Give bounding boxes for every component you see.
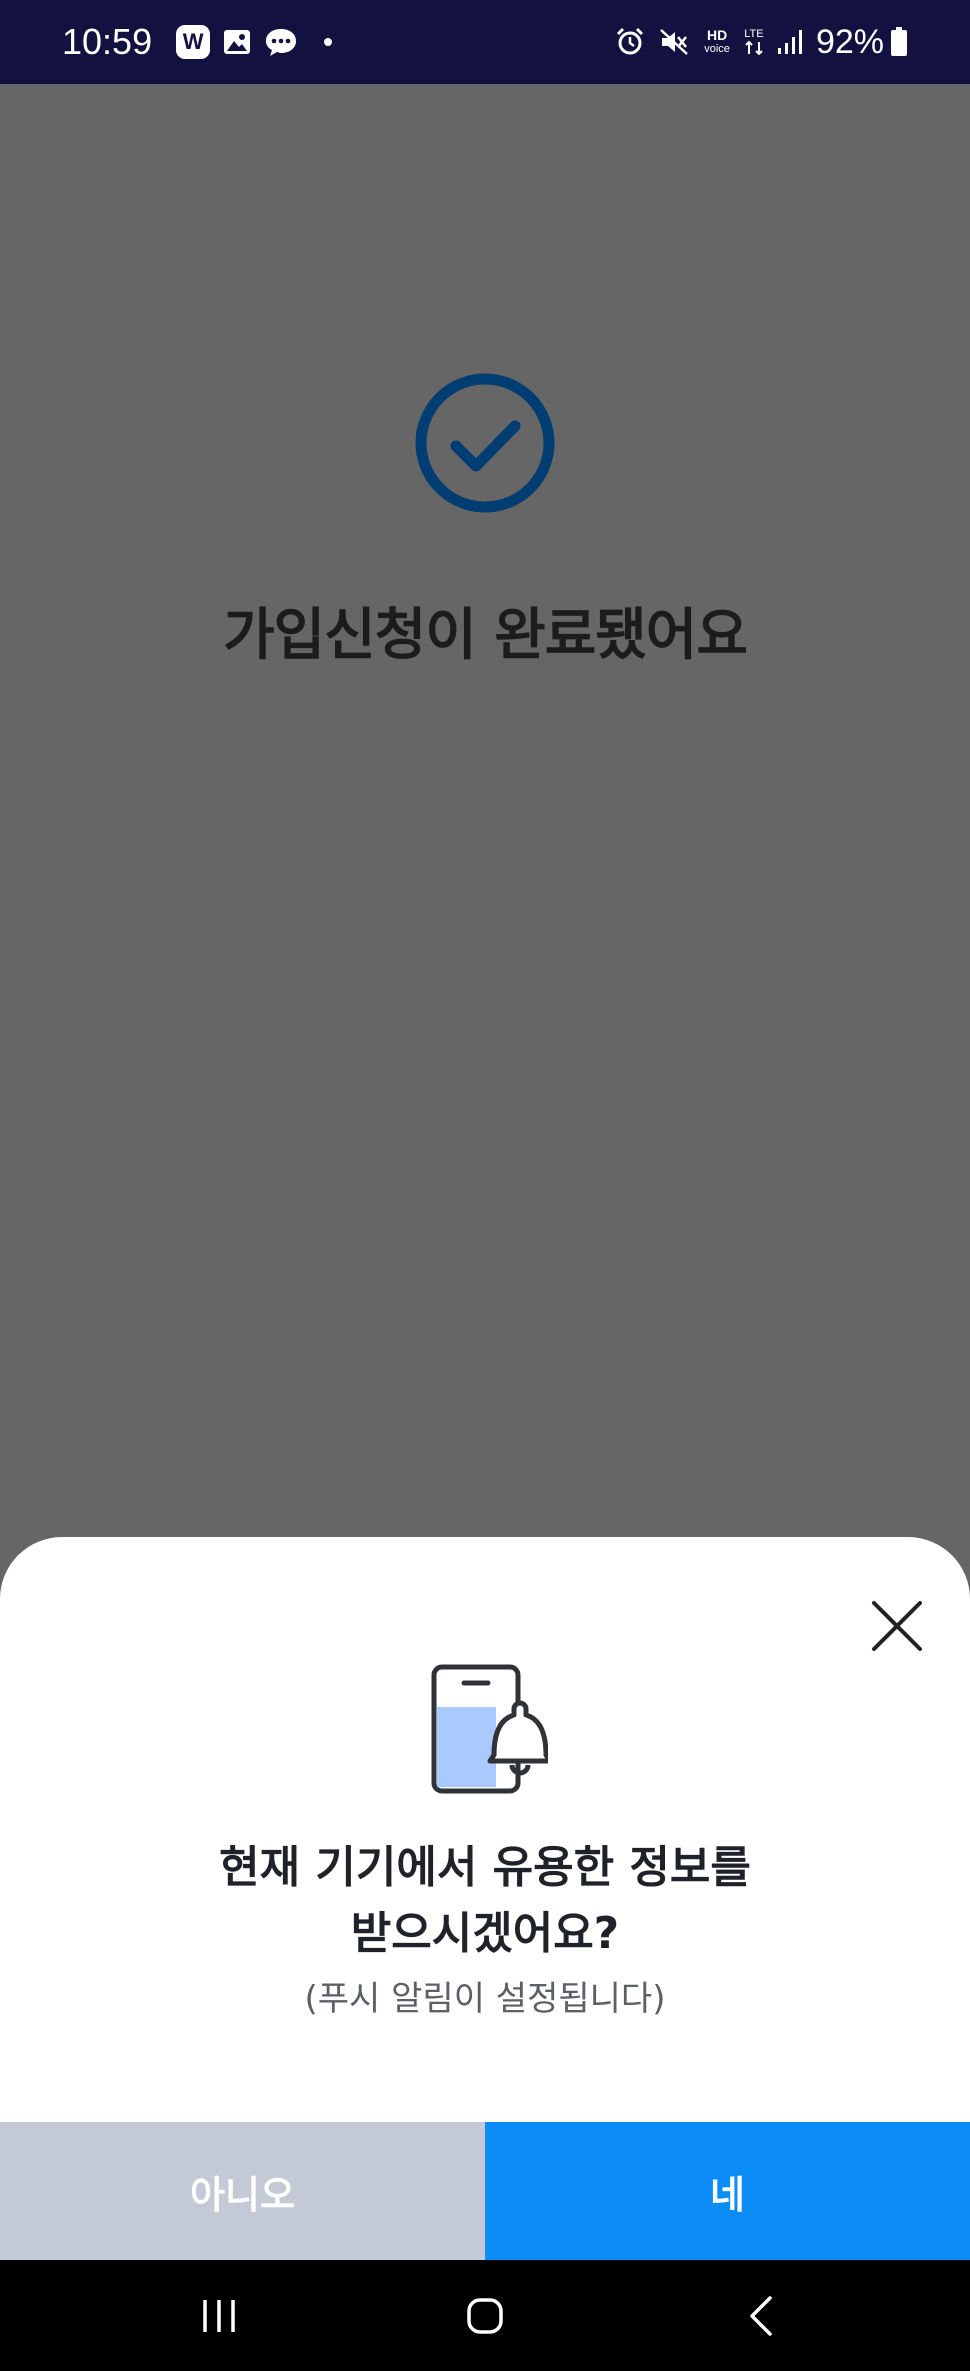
back-icon[interactable] xyxy=(730,2284,794,2348)
home-icon[interactable] xyxy=(453,2284,517,2348)
push-question-title: 현재 기기에서 유용한 정보를 받으시겠어요? xyxy=(219,1842,751,1959)
push-permission-sheet: 현재 기기에서 유용한 정보를 받으시겠어요? (푸시 알림이 설정됩니다) 아… xyxy=(0,1537,970,2260)
status-bar: 10:59 W HD voice LTE 92% xyxy=(0,0,970,84)
signup-complete-title: 가입신청이 완료됐어요 xyxy=(223,603,748,668)
recent-apps-icon[interactable] xyxy=(187,2284,251,2348)
alarm-icon xyxy=(614,26,646,58)
status-time: 10:59 xyxy=(62,21,153,62)
mute-icon xyxy=(658,26,690,58)
phone-bell-icon xyxy=(431,1664,548,1794)
gallery-icon xyxy=(222,27,252,57)
no-button[interactable]: 아니오 xyxy=(0,2122,485,2260)
close-icon[interactable] xyxy=(866,1595,928,1657)
check-circle-icon xyxy=(415,373,555,513)
battery-percentage: 92% xyxy=(815,22,884,61)
chat-icon xyxy=(264,26,298,58)
more-notifications-dot xyxy=(324,38,333,46)
battery-icon xyxy=(890,27,908,57)
hd-voice-label: HD voice xyxy=(704,27,730,55)
sheet-action-buttons: 아니오 네 xyxy=(0,2122,970,2260)
push-setting-note: (푸시 알림이 설정됩니다) xyxy=(304,1979,666,2019)
yes-button[interactable]: 네 xyxy=(485,2122,970,2260)
signal-icon xyxy=(776,28,804,56)
lte-label: LTE xyxy=(744,27,764,57)
system-navigation-bar xyxy=(0,2260,970,2371)
app-notification-icon: W xyxy=(176,25,211,59)
